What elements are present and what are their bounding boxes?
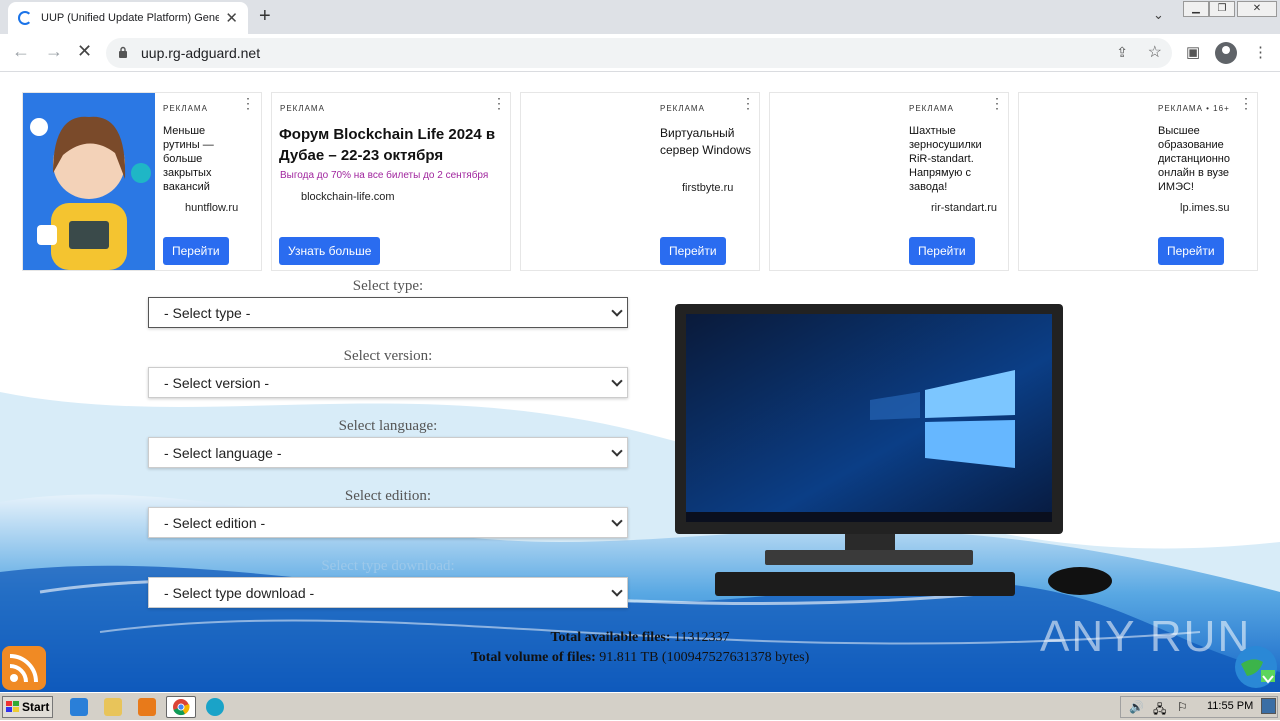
page-content: РЕКЛАМА ⋮ Меньше рутины — больше закрыты… xyxy=(0,72,1280,692)
ad-cta-button[interactable]: Перейти xyxy=(909,237,975,265)
lock-icon xyxy=(119,46,127,58)
version-select[interactable]: - Select version - xyxy=(148,367,628,398)
anyrun-watermark: ANY RUN xyxy=(1040,612,1252,661)
ad-headline: Меньше рутины — больше закрытых вакансий xyxy=(163,125,214,193)
show-desktop-icon[interactable] xyxy=(1261,698,1276,714)
browser-tab[interactable]: UUP (Unified Update Platform) Gene ✕ xyxy=(8,2,248,34)
close-window-icon[interactable]: ✕ xyxy=(1237,1,1277,17)
menu-dots-icon[interactable]: ⋮ xyxy=(1253,43,1268,61)
chevron-down-icon xyxy=(611,445,623,457)
ad-cta-button[interactable]: Перейти xyxy=(163,237,229,265)
system-tray: 🔊 🖧 ⚐ xyxy=(1120,696,1278,718)
chrome-icon xyxy=(173,699,190,716)
ad-cta-button[interactable]: Узнать больше xyxy=(279,237,381,265)
back-icon[interactable]: ← xyxy=(12,41,30,62)
ad-menu-icon[interactable]: ⋮ xyxy=(1239,96,1253,110)
new-tab-icon[interactable]: + xyxy=(259,5,271,28)
ad-domain[interactable]: blockchain-life.com xyxy=(301,191,395,203)
ad-label: РЕКЛАМА xyxy=(163,104,208,113)
total-volume-value: 91.811 TB (100947527631378 bytes) xyxy=(599,650,810,665)
language-label: Select language: xyxy=(338,418,438,434)
windows-taskbar: Start 🔊 🖧 ⚐ 11:55 PM xyxy=(0,692,1280,720)
chevron-down-icon xyxy=(611,375,623,387)
total-files-value: 11312337 xyxy=(674,630,730,645)
minimize-icon[interactable]: ▁ xyxy=(1183,1,1209,17)
ad-headline: Высшее образование дистанционно онлайн в… xyxy=(1158,125,1230,193)
loading-spinner-icon xyxy=(18,11,32,25)
volume-icon[interactable]: 🔊 xyxy=(1129,700,1144,714)
ad-label: РЕКЛАМА • 16+ xyxy=(1158,104,1230,113)
ad-label: РЕКЛАМА xyxy=(909,104,954,113)
forward-icon[interactable]: → xyxy=(45,41,63,62)
language-select-value: - Select language - xyxy=(164,444,282,461)
download-label: Select type download: xyxy=(321,558,455,574)
explorer-folder-icon[interactable] xyxy=(104,698,122,716)
type-label: Select type: xyxy=(352,278,424,294)
ad-menu-icon[interactable]: ⋮ xyxy=(492,96,506,110)
download-select-value: - Select type download - xyxy=(164,584,315,601)
windows-logo-icon xyxy=(6,701,19,712)
chevron-down-icon[interactable]: ⌄ xyxy=(1153,7,1164,23)
chevron-down-icon xyxy=(611,515,623,527)
total-volume-label: Total volume of files: xyxy=(470,650,596,665)
ad-card[interactable]: РЕКЛАМА ⋮ Виртуальный сервер Windows fir… xyxy=(520,92,760,271)
ad-card[interactable]: РЕКЛАМА ⋮ Шахтные зерносушилки RiR-stand… xyxy=(769,92,1009,271)
ad-menu-icon[interactable]: ⋮ xyxy=(990,96,1004,110)
tab-title: UUP (Unified Update Platform) Gene xyxy=(41,12,219,24)
ad-domain[interactable]: lp.imes.su xyxy=(1180,202,1230,214)
edition-select[interactable]: - Select edition - xyxy=(148,507,628,538)
start-button[interactable]: Start xyxy=(2,696,53,718)
computer-illustration xyxy=(675,304,1112,596)
chevron-down-icon xyxy=(611,305,623,317)
chrome-taskbar-button[interactable] xyxy=(166,696,196,718)
ad-menu-icon[interactable]: ⋮ xyxy=(241,96,255,110)
tab-strip: UUP (Unified Update Platform) Gene ✕ + ⌄… xyxy=(0,0,1280,34)
edition-label: Select edition: xyxy=(344,488,432,504)
ad-subtext: Выгода до 70% на все билеты до 2 сентябр… xyxy=(280,170,489,181)
ad-label: РЕКЛАМА xyxy=(660,104,705,113)
ad-person-image xyxy=(23,93,155,270)
media-player-icon[interactable] xyxy=(138,698,156,716)
network-icon[interactable]: 🖧 xyxy=(1153,700,1166,721)
side-panel-icon[interactable]: ▣ xyxy=(1186,43,1200,61)
ad-headline: Шахтные зерносушилки RiR-standart. Напря… xyxy=(909,125,982,193)
version-select-value: - Select version - xyxy=(164,374,270,391)
bookmark-star-icon[interactable]: ☆ xyxy=(1148,42,1162,62)
rss-icon[interactable] xyxy=(2,646,46,690)
restore-icon[interactable]: ❐ xyxy=(1209,1,1235,17)
type-select[interactable]: - Select type - xyxy=(148,297,628,328)
ad-menu-icon[interactable]: ⋮ xyxy=(741,96,755,110)
ad-card[interactable]: РЕКЛАМА • 16+ ⋮ Высшее образование диста… xyxy=(1018,92,1258,271)
ad-domain[interactable]: huntflow.ru xyxy=(185,202,238,214)
close-tab-icon[interactable]: ✕ xyxy=(225,9,238,27)
start-label: Start xyxy=(22,700,50,714)
stop-loading-icon[interactable]: ✕ xyxy=(77,41,92,62)
download-select[interactable]: - Select type download - xyxy=(148,577,628,608)
ad-card[interactable]: РЕКЛАМА ⋮ Форум Blockchain Life 2024 в Д… xyxy=(271,92,511,271)
flag-icon[interactable]: ⚐ xyxy=(1177,700,1188,714)
address-bar[interactable]: uup.rg-adguard.net ⇪ ☆ xyxy=(106,38,1172,68)
ad-cta-button[interactable]: Перейти xyxy=(660,237,726,265)
ad-card[interactable]: РЕКЛАМА ⋮ Меньше рутины — больше закрыты… xyxy=(22,92,262,271)
ad-cta-button[interactable]: Перейти xyxy=(1158,237,1224,265)
ad-domain[interactable]: firstbyte.ru xyxy=(682,182,733,194)
ad-label: РЕКЛАМА xyxy=(280,104,325,113)
profile-avatar[interactable] xyxy=(1215,42,1237,64)
version-label: Select version: xyxy=(343,348,433,364)
edge-icon[interactable] xyxy=(206,698,224,716)
type-select-value: - Select type - xyxy=(164,304,251,321)
share-icon[interactable]: ⇪ xyxy=(1116,44,1128,61)
taskbar-clock: 11:55 PM xyxy=(1207,700,1254,712)
edition-select-value: - Select edition - xyxy=(164,514,266,531)
ad-headline: Виртуальный сервер Windows xyxy=(660,126,751,157)
language-select[interactable]: - Select language - xyxy=(148,437,628,468)
ad-domain[interactable]: rir-standart.ru xyxy=(931,202,997,214)
url-text: uup.rg-adguard.net xyxy=(141,45,261,61)
ad-headline: Форум Blockchain Life 2024 в Дубае – 22-… xyxy=(279,126,496,164)
browser-toolbar: ← → ✕ uup.rg-adguard.net ⇪ ☆ ▣ ⋮ xyxy=(0,34,1280,72)
total-files-label: Total available files: xyxy=(550,630,671,645)
globe-download-icon[interactable] xyxy=(1233,644,1279,690)
ie-icon[interactable] xyxy=(70,698,88,716)
chevron-down-icon xyxy=(611,585,623,597)
